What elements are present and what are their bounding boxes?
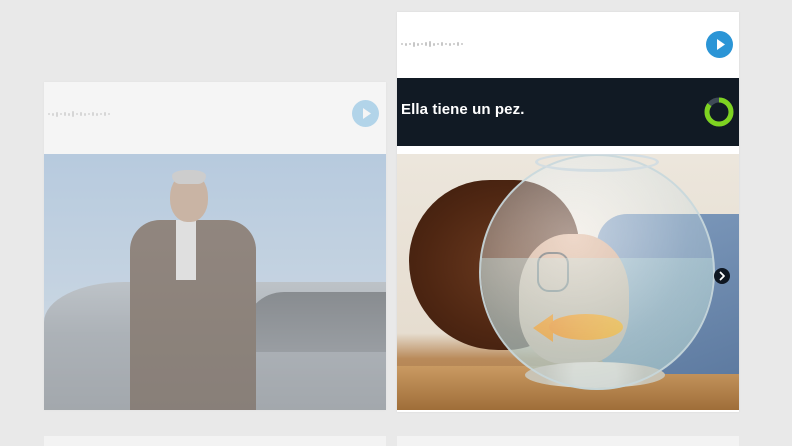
next-card-edge bbox=[397, 436, 739, 446]
audio-waveform bbox=[48, 110, 110, 118]
exercise-photo bbox=[44, 154, 386, 410]
exercise-card-previous bbox=[44, 82, 386, 410]
audio-row bbox=[44, 82, 386, 154]
next-card-edge bbox=[44, 436, 386, 446]
play-icon bbox=[717, 39, 725, 50]
play-icon bbox=[363, 108, 371, 119]
sentence-caption: Ella tiene un pez. bbox=[401, 101, 525, 118]
circular-progress-timer-icon bbox=[704, 97, 734, 127]
play-audio-button[interactable] bbox=[706, 31, 733, 58]
next-button[interactable] bbox=[714, 268, 730, 284]
exercise-photo bbox=[397, 154, 739, 410]
audio-waveform bbox=[401, 40, 463, 48]
audio-row bbox=[397, 12, 739, 76]
chevron-right-icon bbox=[719, 271, 725, 281]
exercise-card-current: Ella tiene un pez. bbox=[397, 12, 739, 412]
play-audio-button[interactable] bbox=[352, 100, 379, 127]
caption-bar: Ella tiene un pez. bbox=[397, 78, 739, 146]
fishbowl bbox=[479, 154, 715, 390]
